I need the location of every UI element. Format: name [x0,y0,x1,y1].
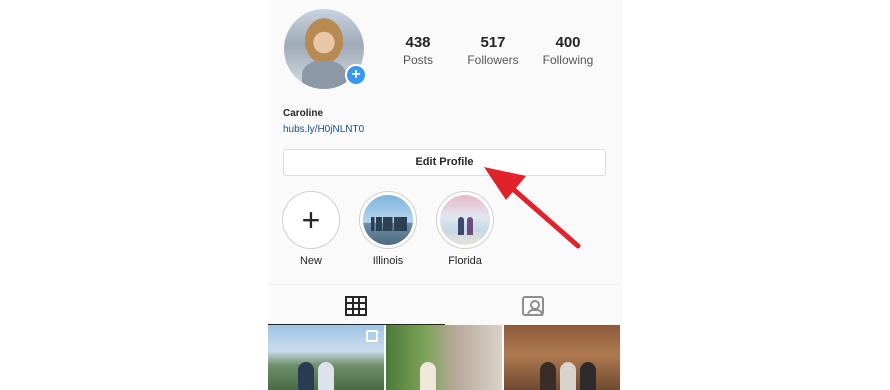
following-count: 400 [555,34,581,51]
following-label: Following [542,53,594,67]
tab-grid[interactable] [268,285,445,325]
photo-person [540,362,556,390]
tab-tagged[interactable] [445,285,622,325]
add-story-plus-icon[interactable]: + [345,64,367,86]
multiple-photos-icon [366,330,378,342]
posts-stat[interactable]: 438 Posts [383,34,453,67]
photo-person [298,362,314,390]
following-stat[interactable]: 400 Following [533,34,603,67]
tagged-icon [522,296,544,316]
profile-tabs [268,284,622,325]
photo-person [580,362,596,390]
beach-person-figure [467,217,473,235]
highlight-illinois-circle [359,191,417,249]
photo-grid [268,325,622,390]
photo-person [560,362,576,390]
highlight-label: Florida [448,255,482,267]
plus-icon: + [301,202,321,238]
highlight-new-circle: + [282,191,340,249]
photo-person [318,362,334,390]
highlight-new[interactable]: + New [281,191,341,267]
highlight-florida-circle [436,191,494,249]
post-thumbnail[interactable] [386,325,502,390]
highlight-new-inner: + [286,195,336,245]
post-thumbnail[interactable] [268,325,384,390]
highlight-label: New [299,255,322,267]
posts-count: 438 [405,34,431,51]
followers-stat[interactable]: 517 Followers [458,34,528,67]
avatar-photo-subject [302,61,346,89]
highlight-label: Illinois [372,255,404,267]
photo-person [420,362,436,390]
followers-label: Followers [467,53,519,67]
beach-person-figure [458,217,464,235]
highlight-florida[interactable]: Florida [435,191,495,267]
profile-link[interactable]: hubs.ly/H0jNLNT0 [283,124,364,135]
grid-icon [345,296,367,316]
edit-profile-button[interactable]: Edit Profile [283,149,606,176]
followers-count: 517 [480,34,506,51]
post-thumbnail[interactable] [504,325,620,390]
city-skyline [371,217,407,231]
highlight-illinois-thumbnail [363,195,413,245]
profile-screen: + 438 Posts 517 Followers 400 Following … [268,0,622,390]
posts-label: Posts [402,53,433,67]
profile-name: Caroline [283,108,324,119]
highlight-florida-thumbnail [440,195,490,245]
highlight-illinois[interactable]: Illinois [358,191,418,267]
